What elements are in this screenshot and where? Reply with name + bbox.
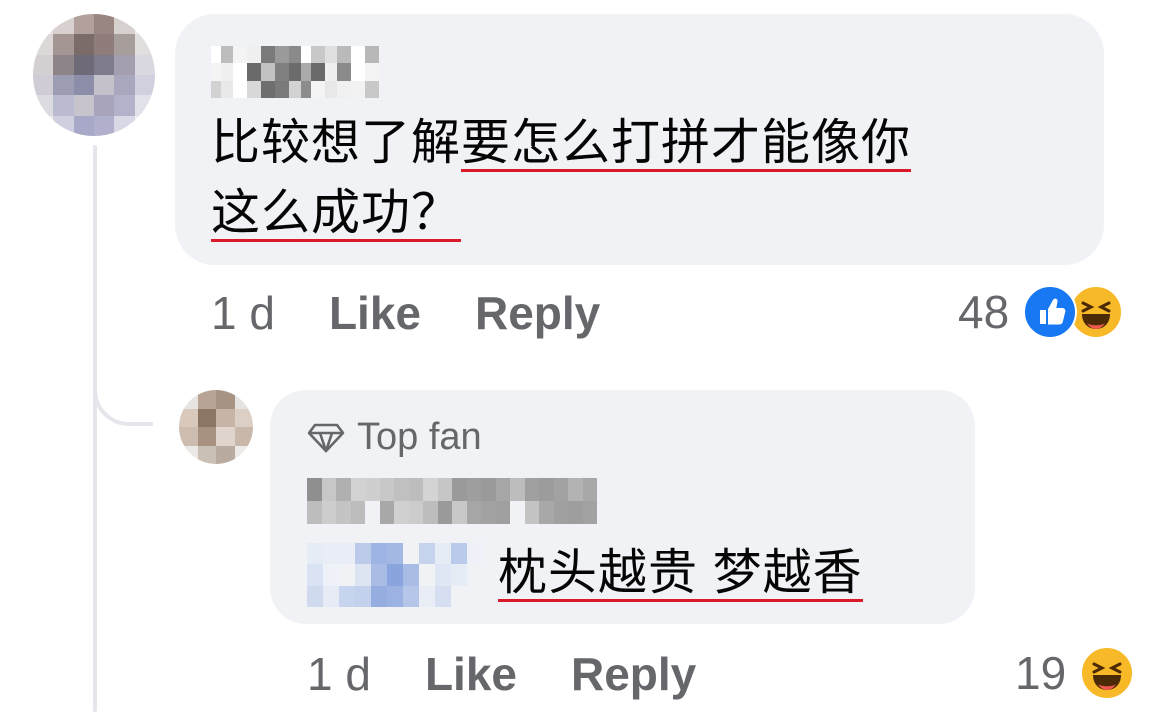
commenter-name[interactable] [307, 478, 597, 524]
avatar[interactable] [33, 14, 155, 136]
reaction-count: 48 [958, 286, 1010, 338]
reply-connector [93, 330, 153, 426]
comment-actions: 1 d Like Reply [211, 286, 600, 340]
underlined-text: 枕头越贵 梦越香 [498, 546, 863, 602]
red-underline [211, 239, 462, 242]
reaction-count: 19 [1015, 647, 1067, 699]
reply-button[interactable]: Reply [475, 286, 600, 340]
avatar[interactable] [179, 390, 253, 464]
comment-text-part: 要怎么打拼才能像你 [461, 116, 912, 170]
diamond-icon [307, 423, 345, 452]
underlined-text: 这么成功？ [211, 186, 462, 242]
thread-line [93, 145, 97, 712]
reply-actions: 1 d Like Reply [307, 647, 696, 701]
red-underline [461, 169, 912, 172]
underlined-text: 要怎么打拼才能像你 [461, 116, 912, 172]
like-button[interactable]: Like [329, 286, 421, 340]
top-fan-badge[interactable]: Top fan [307, 416, 482, 459]
comment-text: 比较想了解要怎么打拼才能像你 这么成功？ [211, 108, 1091, 248]
like-button[interactable]: Like [425, 647, 517, 701]
badge-label: Top fan [357, 416, 482, 458]
haha-icon [1069, 285, 1124, 339]
reply-text: 枕头越贵 梦越香 [498, 538, 863, 608]
reply-button[interactable]: Reply [571, 647, 696, 701]
like-icon [1023, 285, 1078, 339]
reply-text-content: 枕头越贵 梦越香 [498, 546, 863, 600]
comment-text-part: 这么成功？ [211, 186, 462, 240]
commenter-name[interactable] [211, 46, 379, 98]
haha-icon [1080, 646, 1135, 700]
timestamp[interactable]: 1 d [211, 286, 275, 340]
reaction-summary[interactable]: 19 [1015, 646, 1135, 700]
red-underline [498, 599, 863, 602]
comment-text-part: 比较想了解 [211, 116, 462, 170]
reaction-summary[interactable]: 48 [958, 285, 1124, 339]
mention-tag[interactable] [307, 543, 483, 607]
timestamp[interactable]: 1 d [307, 647, 371, 701]
